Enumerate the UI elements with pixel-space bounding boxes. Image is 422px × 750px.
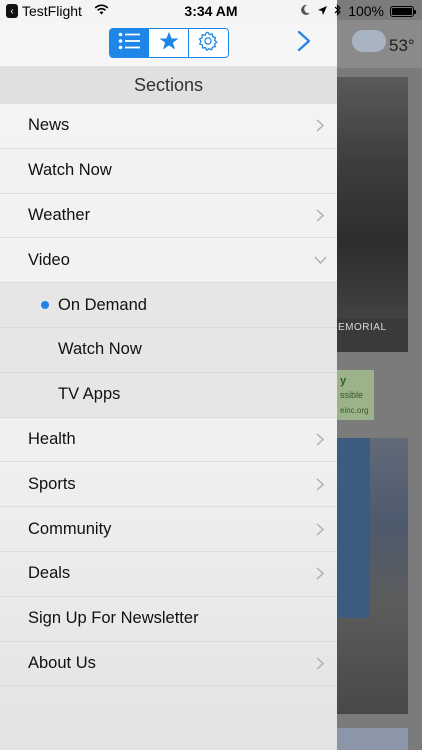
menu-item-label: TV Apps [58, 385, 121, 404]
menu-item-deals[interactable]: Deals [0, 552, 337, 597]
tab-settings[interactable] [188, 29, 228, 57]
menu-item-label: Video [28, 250, 70, 269]
chevron-right-icon [297, 30, 311, 57]
menu-item-news[interactable]: News [0, 104, 337, 149]
weather-temperature: 53° [389, 36, 415, 55]
menu-item-label: Health [28, 429, 76, 448]
chevron-right-icon [313, 477, 327, 491]
sections-header: Sections [0, 66, 337, 104]
battery-percentage: 100% [348, 3, 384, 19]
menu-item-video[interactable]: Video [0, 238, 337, 284]
weather-cloud-icon [352, 30, 386, 52]
menu-item-weather[interactable]: Weather [0, 194, 337, 239]
menu-tab-selector [109, 28, 229, 58]
chevron-right-icon [313, 656, 327, 670]
menu-item-label: Watch Now [28, 161, 112, 180]
menu-item-label: Sign Up For Newsletter [28, 609, 199, 628]
status-bar-right: 100% [300, 3, 416, 19]
menu-item-label: Community [28, 519, 112, 538]
submenu-item-tv-apps[interactable]: TV Apps [0, 372, 337, 418]
battery-icon [390, 5, 416, 17]
forward-chevron-button[interactable] [292, 30, 316, 56]
chevron-right-icon [313, 522, 327, 536]
chevron-right-icon [313, 567, 327, 581]
menu-item-community[interactable]: Community [0, 507, 337, 552]
menu-item-health[interactable]: Health [0, 418, 337, 463]
chevron-right-icon [313, 208, 327, 222]
tab-sections[interactable] [110, 29, 150, 57]
background-photo [337, 77, 408, 352]
menu-item-label: Watch Now [58, 340, 142, 359]
background-ad-text: y [340, 375, 347, 387]
background-photo-flag [337, 438, 370, 618]
bluetooth-icon [334, 3, 342, 19]
menu-item-label: News [28, 116, 70, 135]
status-bar: ‹ TestFlight 3:34 AM 100% [0, 0, 422, 22]
menu-item-label: About Us [28, 653, 96, 672]
chevron-right-icon [313, 119, 327, 133]
moon-icon [300, 3, 311, 19]
menu-item-label: Sports [28, 474, 76, 493]
gear-icon [197, 30, 219, 57]
tab-favorites[interactable] [149, 29, 189, 57]
menu-item-label: Deals [28, 564, 71, 583]
menu-item-label: On Demand [58, 295, 147, 314]
submenu-item-watch-now[interactable]: Watch Now [0, 327, 337, 373]
sections-menu: News Watch Now Weather Video On Demand W… [0, 104, 337, 687]
submenu-item-on-demand[interactable]: On Demand [0, 283, 337, 328]
chevron-down-icon [313, 253, 327, 267]
background-photo [337, 728, 408, 750]
menu-item-label: Weather [28, 205, 91, 224]
background-ad-text: einc.org [340, 406, 369, 415]
star-icon [158, 31, 180, 56]
background-ad-text: ssible [340, 390, 364, 400]
background-photo-caption: EMORIAL [338, 322, 387, 333]
side-menu-panel: Sections News Watch Now Weather Video On… [0, 0, 337, 750]
menu-item-sports[interactable]: Sports [0, 462, 337, 508]
location-arrow-icon [317, 3, 328, 19]
menu-item-watch-now[interactable]: Watch Now [0, 149, 337, 194]
menu-item-about-us[interactable]: About Us [0, 642, 337, 687]
chevron-right-icon [313, 432, 327, 446]
menu-item-newsletter[interactable]: Sign Up For Newsletter [0, 597, 337, 642]
list-icon [118, 32, 141, 55]
